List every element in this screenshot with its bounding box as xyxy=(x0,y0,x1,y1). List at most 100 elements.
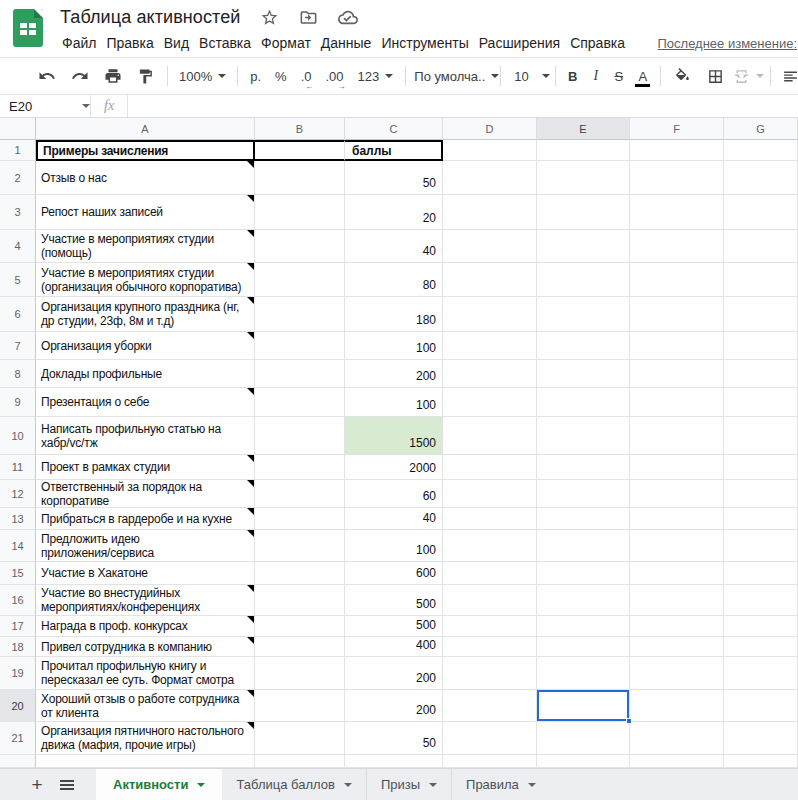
cell-E5[interactable] xyxy=(537,263,630,297)
cell-C9[interactable]: 100 xyxy=(345,388,443,417)
cell-F20[interactable] xyxy=(630,690,724,722)
cell-G19[interactable] xyxy=(724,657,798,690)
cell-E7[interactable] xyxy=(537,332,630,360)
cell-G12[interactable] xyxy=(724,480,798,508)
cell-A7[interactable]: Организация уборки xyxy=(36,332,255,360)
cell-F19[interactable] xyxy=(630,657,724,690)
italic-button[interactable]: I xyxy=(584,64,607,88)
cell-D12[interactable] xyxy=(443,480,537,508)
cell-G9[interactable] xyxy=(724,388,798,417)
cell-A19[interactable]: Прочитал профильную книгу и пересказал е… xyxy=(36,657,255,690)
cell-A3[interactable]: Репост наших записей xyxy=(36,195,255,230)
cell-C6[interactable]: 180 xyxy=(345,297,443,332)
row-header-15[interactable]: 15 xyxy=(0,562,36,585)
sheet-tab-4[interactable]: Правила xyxy=(451,769,550,800)
cell-D13[interactable] xyxy=(443,508,537,530)
cell-A8[interactable]: Доклады профильные xyxy=(36,360,255,388)
sheet-tab-2[interactable]: Таблица баллов xyxy=(222,769,365,800)
cell-D10[interactable] xyxy=(443,417,537,455)
cell-B3[interactable] xyxy=(255,195,345,230)
cell-F13[interactable] xyxy=(630,508,724,530)
sheet-tab-1[interactable]: Активности xyxy=(96,769,222,800)
cell-B5[interactable] xyxy=(255,263,345,297)
cell-B9[interactable] xyxy=(255,388,345,417)
row-header-19[interactable]: 19 xyxy=(0,657,36,690)
cell-Fx[interactable] xyxy=(630,755,724,768)
cell-D8[interactable] xyxy=(443,360,537,388)
cell-E15[interactable] xyxy=(537,562,630,585)
cell-E8[interactable] xyxy=(537,360,630,388)
cell-D20[interactable] xyxy=(443,690,537,722)
cell-G17[interactable] xyxy=(724,616,798,637)
cell-E2[interactable] xyxy=(537,161,630,195)
cell-D17[interactable] xyxy=(443,616,537,637)
cell-E3[interactable] xyxy=(537,195,630,230)
cell-G18[interactable] xyxy=(724,637,798,657)
row-header-5[interactable]: 5 xyxy=(0,263,36,297)
print-button[interactable] xyxy=(96,64,129,88)
cell-F21[interactable] xyxy=(630,722,724,755)
cell-G15[interactable] xyxy=(724,562,798,585)
more-formats-button[interactable]: 123 xyxy=(354,64,398,88)
cell-A4[interactable]: Участие в мероприятиях студии (помощь) xyxy=(36,230,255,263)
cell-F3[interactable] xyxy=(630,195,724,230)
cell-G20[interactable] xyxy=(724,690,798,722)
cell-G13[interactable] xyxy=(724,508,798,530)
cell-F10[interactable] xyxy=(630,417,724,455)
move-to-folder-icon[interactable] xyxy=(299,8,319,28)
cell-B16[interactable] xyxy=(255,585,345,616)
row-header-17[interactable]: 17 xyxy=(0,616,36,637)
cell-Ax[interactable] xyxy=(36,755,255,768)
cell-F14[interactable] xyxy=(630,530,724,562)
cell-A15[interactable]: Участие в Хакатоне xyxy=(36,562,255,585)
cell-A6[interactable]: Организация крупного праздника (нг, др с… xyxy=(36,297,255,332)
cell-D2[interactable] xyxy=(443,161,537,195)
cell-A12[interactable]: Ответственный за порядок на корпоративе xyxy=(36,480,255,508)
selection-fill-handle[interactable] xyxy=(626,718,632,724)
cell-E11[interactable] xyxy=(537,455,630,480)
cell-F5[interactable] xyxy=(630,263,724,297)
cell-C18[interactable]: 400 xyxy=(345,637,443,657)
row-header-4[interactable]: 4 xyxy=(0,230,36,263)
row-header-13[interactable]: 13 xyxy=(0,508,36,530)
menu-file[interactable]: Файл xyxy=(57,33,101,53)
cell-E18[interactable] xyxy=(537,637,630,657)
column-header-F[interactable]: F xyxy=(630,118,724,140)
cell-F8[interactable] xyxy=(630,360,724,388)
cell-E4[interactable] xyxy=(537,230,630,263)
cell-D9[interactable] xyxy=(443,388,537,417)
cell-C17[interactable]: 500 xyxy=(345,616,443,637)
cell-C14[interactable]: 100 xyxy=(345,530,443,562)
cell-Dx[interactable] xyxy=(443,755,537,768)
row-header-7[interactable]: 7 xyxy=(0,332,36,360)
cell-G4[interactable] xyxy=(724,230,798,263)
sheets-logo-icon[interactable] xyxy=(13,9,43,47)
name-box[interactable]: E20 xyxy=(0,95,90,117)
cell-A11[interactable]: Проект в рамках студии xyxy=(36,455,255,480)
row-header-9[interactable]: 9 xyxy=(0,388,36,417)
cell-E19[interactable] xyxy=(537,657,630,690)
increase-decimals-button[interactable]: .00→ xyxy=(322,64,348,88)
bold-button[interactable]: B xyxy=(561,64,584,88)
cell-D5[interactable] xyxy=(443,263,537,297)
cell-B11[interactable] xyxy=(255,455,345,480)
row-header-stub[interactable] xyxy=(0,755,36,768)
document-title[interactable]: Таблица активностей xyxy=(60,7,241,28)
cell-F18[interactable] xyxy=(630,637,724,657)
cell-Cx[interactable] xyxy=(345,755,443,768)
cell-E16[interactable] xyxy=(537,585,630,616)
cell-A16[interactable]: Участие во внестудийных мероприятиях/кон… xyxy=(36,585,255,616)
cell-B13[interactable] xyxy=(255,508,345,530)
cell-D15[interactable] xyxy=(443,562,537,585)
cell-A20[interactable]: Хороший отзыв о работе сотрудника от кли… xyxy=(36,690,255,722)
column-header-A[interactable]: A xyxy=(36,118,255,140)
cell-A18[interactable]: Привел сотрудника в компанию xyxy=(36,637,255,657)
cell-G21[interactable] xyxy=(724,722,798,755)
cell-B14[interactable] xyxy=(255,530,345,562)
row-header-8[interactable]: 8 xyxy=(0,360,36,388)
grid-corner[interactable] xyxy=(0,118,36,140)
cell-G10[interactable] xyxy=(724,417,798,455)
cell-B6[interactable] xyxy=(255,297,345,332)
cell-A21[interactable]: Организация пятничного настольного движа… xyxy=(36,722,255,755)
merge-cells-button[interactable] xyxy=(732,64,765,88)
